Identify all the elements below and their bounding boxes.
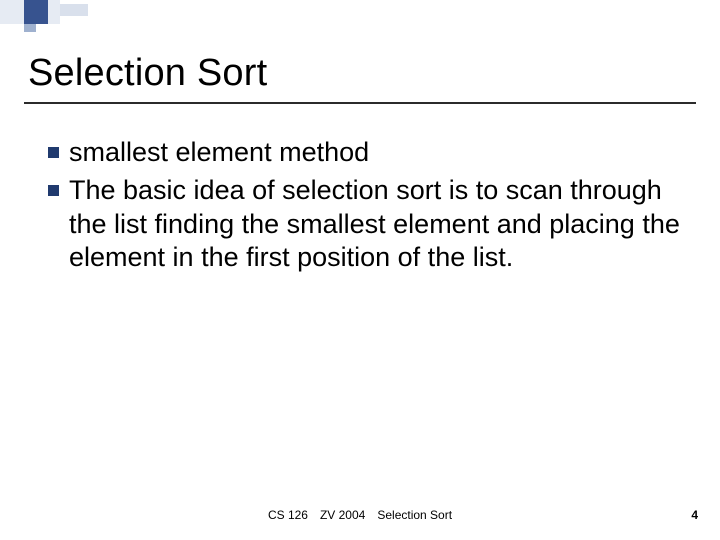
deco-square — [60, 4, 88, 16]
bullet-text: smallest element method — [69, 136, 369, 170]
corner-decoration — [0, 0, 130, 24]
slide-title: Selection Sort — [28, 52, 267, 95]
bullet-text: The basic idea of selection sort is to s… — [69, 174, 686, 275]
bullet-item: smallest element method — [48, 136, 686, 170]
footer-topic: Selection Sort — [377, 508, 452, 522]
title-underline — [24, 102, 696, 104]
bullet-item: The basic idea of selection sort is to s… — [48, 174, 686, 275]
footer-author-year: ZV 2004 — [320, 508, 365, 522]
bullet-square-icon — [48, 185, 59, 196]
page-number: 4 — [691, 508, 698, 522]
slide-content: smallest element method The basic idea o… — [48, 136, 686, 279]
deco-square — [0, 0, 24, 24]
slide: Selection Sort smallest element method T… — [0, 0, 720, 540]
bullet-square-icon — [48, 147, 59, 158]
slide-footer: CS 126 ZV 2004 Selection Sort — [0, 508, 720, 522]
deco-square — [24, 24, 36, 32]
deco-square — [48, 0, 60, 24]
deco-square — [24, 0, 48, 24]
footer-course: CS 126 — [268, 508, 308, 522]
